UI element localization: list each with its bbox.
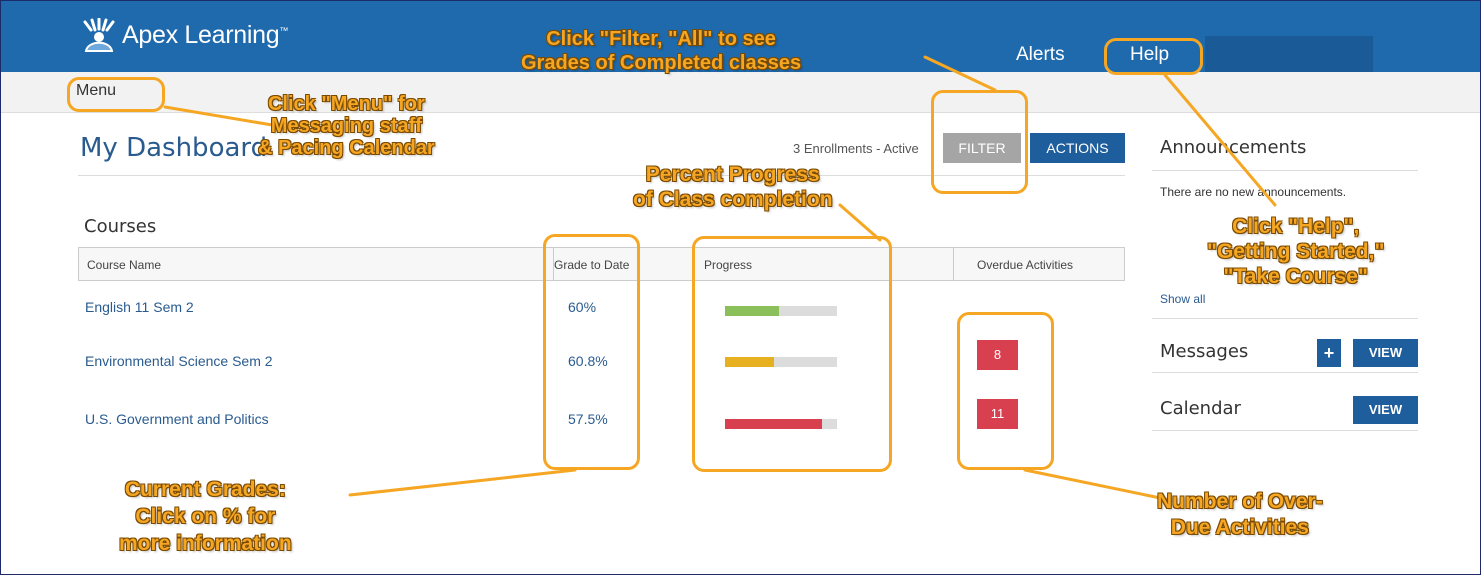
annotation-grades-line-3: more information <box>119 532 292 555</box>
annotation-overdue-line-1: Number of Over- <box>1157 490 1323 513</box>
connector-progress <box>838 203 882 242</box>
annotation-menu-line-2: Messaging staff <box>270 115 422 137</box>
annotation-menu: Click "Menu" for Messaging staff & Pacin… <box>258 93 435 159</box>
annotation-filter-line-2: Grades of Completed classes <box>521 52 802 74</box>
annotation-overdue-line-2: Due Activities <box>1170 516 1309 539</box>
connector-grades <box>348 468 577 497</box>
annotation-overdue: Number of Over- Due Activities <box>1157 489 1323 541</box>
connector-help <box>1163 73 1277 207</box>
connector-overdue <box>1023 468 1172 502</box>
annotation-grades-line-1: Current Grades: <box>124 478 286 501</box>
annotation-menu-line-3: & Pacing Calendar <box>258 137 435 159</box>
annotation-filter: Click "Filter, "All" to see Grades of Co… <box>521 27 801 75</box>
annotation-grades: Current Grades: Click on % for more info… <box>119 476 292 557</box>
annotation-menu-line-1: Click "Menu" for <box>267 93 425 115</box>
annotation-progress-line-1: Percent Progress <box>645 163 820 186</box>
annotation-filter-line-1: Click "Filter, "All" to see <box>546 28 776 50</box>
annotation-grades-line-2: Click on % for <box>135 505 276 528</box>
annotation-help-line-3: "Take Course" <box>1223 265 1368 288</box>
connector-filter <box>923 55 997 92</box>
annotation-help: Click "Help", "Getting Started," "Take C… <box>1207 214 1384 289</box>
annotation-progress: Percent Progress of Class completion <box>633 162 833 212</box>
annotation-help-line-1: Click "Help", <box>1232 215 1360 238</box>
annotation-help-line-2: "Getting Started," <box>1207 240 1385 263</box>
annotation-progress-line-2: of Class completion <box>633 188 833 211</box>
